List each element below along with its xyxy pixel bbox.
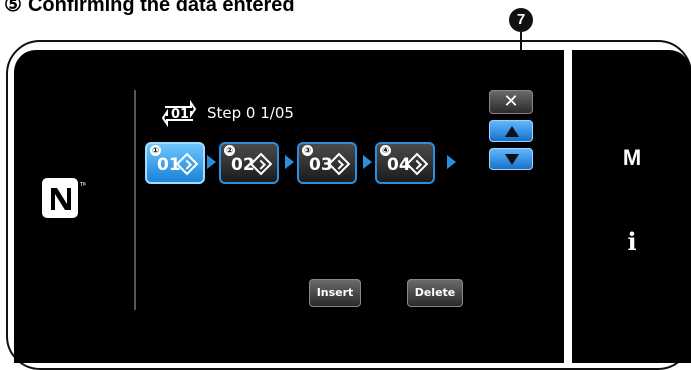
step-tile-4[interactable]: ④ 04 (375, 142, 435, 184)
section-heading: ⑤ Confirming the data entered (4, 0, 295, 17)
step-tile-2[interactable]: ② 02 (219, 142, 279, 184)
svg-text:TM: TM (79, 182, 86, 188)
info-button[interactable]: i (612, 227, 652, 256)
screen-divider (134, 90, 136, 310)
menu-button[interactable]: M (612, 145, 652, 171)
arrow-down-icon (505, 154, 519, 165)
arrow-up-icon (505, 126, 519, 137)
step-arrow-icon (285, 155, 294, 169)
step-counter: Step 0 1/05 (207, 104, 294, 122)
side-panel (572, 50, 691, 363)
step-arrow-icon (447, 155, 456, 169)
step-tile-3[interactable]: ③ 03 (297, 142, 357, 184)
step-loop-icon: 01 (161, 99, 197, 128)
scroll-up-button[interactable] (489, 120, 533, 142)
nfc-icon[interactable]: TM (40, 176, 86, 222)
step-arrow-icon (363, 155, 372, 169)
heading-number: ⑤ (4, 0, 22, 16)
step-title-row: 01 Step 0 1/05 (161, 97, 294, 129)
callout-marker: 7 (509, 8, 533, 32)
svg-text:01: 01 (171, 107, 189, 122)
scroll-down-button[interactable] (489, 148, 533, 170)
step-arrow-icon (207, 155, 216, 169)
insert-button[interactable]: Insert (309, 279, 361, 307)
close-button[interactable]: ✕ (489, 90, 533, 114)
step-tile-1[interactable]: ① 01 (145, 142, 205, 184)
heading-text: Confirming the data entered (27, 0, 295, 16)
delete-button[interactable]: Delete (407, 279, 463, 307)
